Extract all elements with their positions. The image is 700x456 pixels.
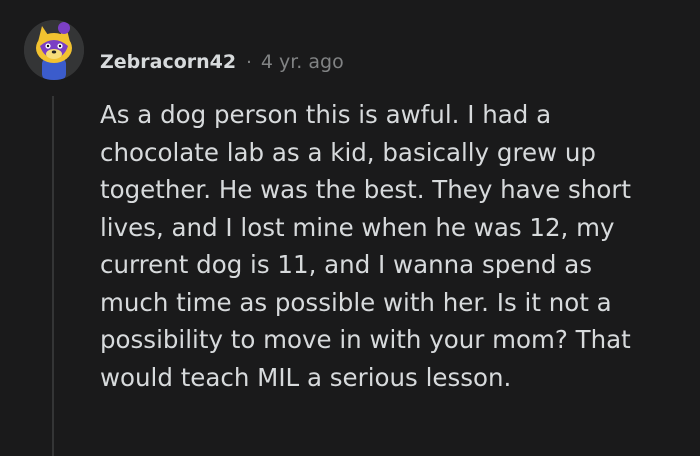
comment-text-line: chocolate lab as a kid, basically grew u… bbox=[100, 137, 596, 167]
comment-text-line: possibility to move in with your mom? Th… bbox=[100, 325, 631, 354]
comment-text-line: current dog is 11, and I wanna spend as bbox=[100, 250, 592, 279]
comment-text-line: together. He was the best. They have sho… bbox=[100, 175, 631, 204]
comment-author[interactable]: Zebracorn42 bbox=[100, 51, 236, 73]
comment-text-line: lives, and I lost mine when he was 12, m… bbox=[100, 212, 615, 242]
avatar-creature-icon bbox=[24, 20, 84, 80]
thread-line bbox=[52, 96, 54, 456]
comment: Zebracorn42 · 4 yr. ago As a dog person … bbox=[0, 0, 700, 456]
meta-separator: · bbox=[246, 51, 252, 73]
comment-timestamp[interactable]: 4 yr. ago bbox=[261, 51, 344, 73]
comment-meta: Zebracorn42 · 4 yr. ago bbox=[100, 48, 344, 76]
user-avatar[interactable] bbox=[24, 20, 84, 80]
comment-text-line: As a dog person this is awful. I had a bbox=[100, 100, 552, 129]
comment-text-line: much time as possible with her. Is it no… bbox=[100, 287, 612, 317]
comment-body: As a dog person this is awful. I had a c… bbox=[100, 96, 675, 396]
comment-text-line: would teach MIL a serious lesson. bbox=[100, 362, 512, 392]
